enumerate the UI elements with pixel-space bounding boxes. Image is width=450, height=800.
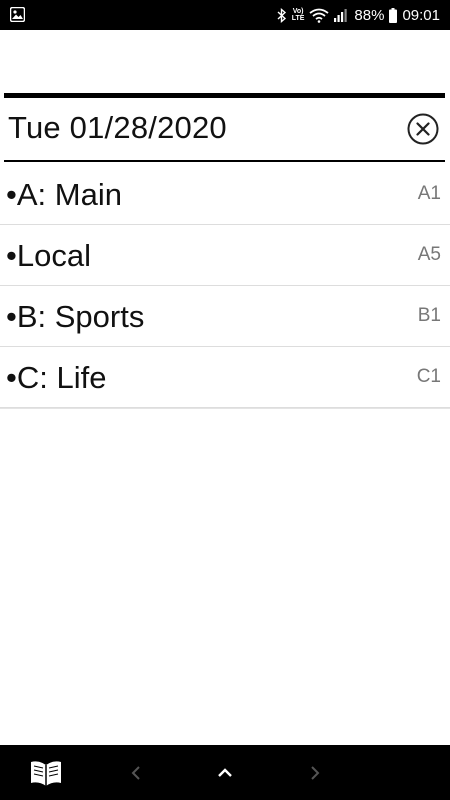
volte-line1: Vo)	[292, 8, 304, 15]
volte-indicator: Vo) LTE	[292, 8, 305, 22]
edition-date: Tue 01/28/2020	[8, 110, 227, 145]
next-page-button[interactable]	[303, 745, 327, 800]
battery-percentage: 88%	[354, 6, 385, 24]
section-label: •A: Main	[6, 177, 122, 212]
previous-page-button[interactable]	[124, 745, 148, 800]
section-page-code: A1	[417, 183, 441, 204]
signal-icon	[334, 9, 348, 22]
close-icon[interactable]	[407, 113, 439, 145]
status-bar: Vo) LTE 88% 09:01	[0, 0, 450, 30]
volte-line2: LTE	[291, 15, 305, 22]
battery-icon	[389, 7, 398, 23]
section-page-code: B1	[417, 305, 441, 326]
section-up-button[interactable]	[212, 745, 238, 800]
section-item-local[interactable]: •Local A5	[0, 225, 450, 286]
bottom-nav-bar	[0, 745, 450, 800]
chevron-left-icon	[131, 765, 140, 780]
gallery-notification-icon	[10, 7, 25, 22]
bluetooth-icon	[277, 7, 286, 23]
date-header: Tue 01/28/2020	[4, 98, 445, 162]
section-item-b-sports[interactable]: •B: Sports B1	[0, 286, 450, 347]
section-list: •A: Main A1 •Local A5 •B: Sports B1 •C: …	[0, 164, 450, 409]
section-label: •C: Life	[6, 360, 107, 395]
chevron-up-icon	[218, 767, 232, 777]
section-page-code: A5	[417, 244, 441, 265]
chevron-right-icon	[311, 765, 320, 780]
clock: 09:01	[402, 6, 440, 24]
wifi-icon	[309, 8, 329, 23]
section-item-a-main[interactable]: •A: Main A1	[0, 164, 450, 225]
section-label: •Local	[6, 238, 91, 273]
section-page-code: C1	[416, 366, 441, 387]
section-item-c-life[interactable]: •C: Life C1	[0, 347, 450, 408]
open-book-icon	[31, 760, 61, 786]
library-button[interactable]	[26, 745, 66, 800]
section-label: •B: Sports	[6, 299, 145, 334]
